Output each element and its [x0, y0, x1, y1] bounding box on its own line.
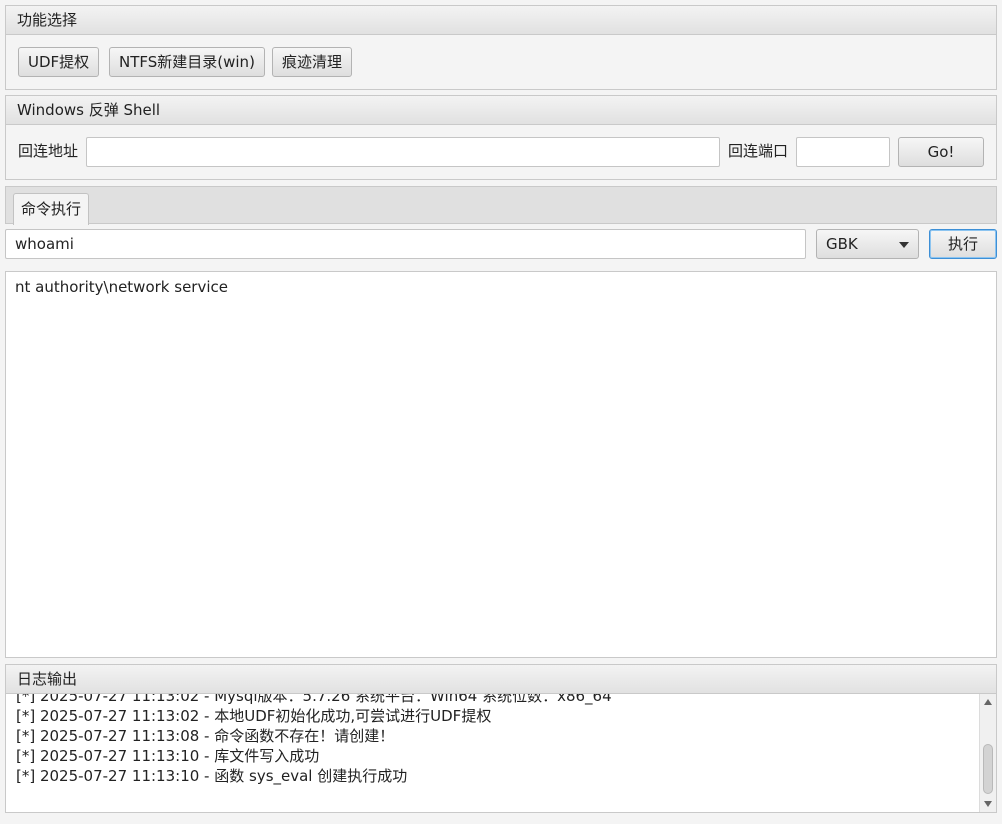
function-select-title: 功能选择 [6, 6, 996, 35]
scroll-up-arrow-icon[interactable] [984, 699, 992, 705]
scroll-down-arrow-icon[interactable] [984, 801, 992, 807]
log-output-area[interactable]: [*] 2025-07-27 11:13:02 - Mysql版本：5.7.26… [5, 693, 997, 813]
tab-command-execute[interactable]: 命令执行 [13, 193, 90, 225]
log-line: [*] 2025-07-27 11:13:10 - 函数 sys_eval 创建… [16, 767, 408, 785]
log-scrollbar[interactable] [979, 694, 996, 812]
scrollbar-thumb[interactable] [983, 744, 993, 794]
udf-escalation-button[interactable]: UDF提权 [18, 47, 100, 77]
log-line: [*] 2025-07-27 11:13:02 - 本地UDF初始化成功,可尝试… [16, 707, 492, 725]
trace-cleanup-button[interactable]: 痕迹清理 [272, 47, 353, 77]
log-line: [*] 2025-07-27 11:13:02 - Mysql版本：5.7.26… [16, 693, 612, 705]
log-panel: 日志输出 [5, 664, 997, 694]
chevron-down-icon [899, 242, 909, 248]
log-line: [*] 2025-07-27 11:13:08 - 命令函数不存在！请创建！ [16, 727, 395, 745]
log-line: [*] 2025-07-27 11:13:10 - 库文件写入成功 [16, 747, 320, 765]
ntfs-create-directory-button[interactable]: NTFS新建目录(win) [109, 47, 265, 77]
callback-port-input[interactable] [796, 137, 890, 167]
callback-address-label: 回连地址 [18, 142, 79, 160]
command-tab-bar: 命令执行 [5, 186, 997, 225]
go-button[interactable]: Go! [898, 137, 984, 167]
callback-port-label: 回连端口 [728, 142, 789, 160]
reverse-shell-title: Windows 反弹 Shell [6, 96, 996, 125]
execute-button[interactable]: 执行 [929, 229, 997, 259]
encoding-select[interactable]: GBK [816, 229, 919, 259]
log-lines: [*] 2025-07-27 11:13:02 - Mysql版本：5.7.26… [16, 693, 612, 786]
command-output-area[interactable]: nt authority\network service [5, 271, 997, 658]
encoding-select-value: GBK [826, 235, 858, 253]
command-input[interactable] [5, 229, 806, 259]
callback-address-input[interactable] [86, 137, 720, 167]
log-title: 日志输出 [6, 665, 996, 694]
